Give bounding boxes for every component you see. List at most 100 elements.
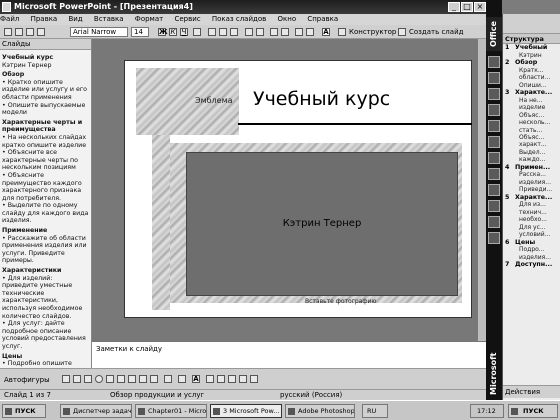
outline-bullet[interactable]: • Объясните все характерные черты по нес… [2,149,89,172]
office-help-icon[interactable] [488,232,500,244]
notes-pane[interactable]: Заметки к слайду [92,341,498,368]
outline-slide-title[interactable]: Характерные черты и преимущества [2,119,89,134]
taskbar-item-taskmgr[interactable]: Диспетчер задач [60,404,132,418]
open-icon[interactable] [15,28,23,36]
outline-tab[interactable]: Слайды [0,39,91,50]
maximize-button[interactable]: □ [461,2,473,12]
office-outlook-icon[interactable] [488,120,500,132]
office-contacts-icon[interactable] [488,168,500,180]
menu-slideshow[interactable]: Показ слайдов [212,15,266,23]
fill-color-icon[interactable] [164,375,172,383]
office-access-icon[interactable] [488,104,500,116]
3d-style-icon[interactable] [250,375,258,383]
undo-icon[interactable] [26,28,34,36]
office-tasks-icon[interactable] [488,184,500,196]
outline-slide-title[interactable]: Характеристики [2,267,89,275]
taskbar-item-photoshop[interactable]: Adobe Photoshop [285,404,355,418]
menu-help[interactable]: Справка [307,15,338,23]
wordart-tool-icon[interactable] [117,375,125,383]
outline-slide-item[interactable]: 1 Учебный [503,44,560,52]
outline-slide-title[interactable]: Учебный курс [2,54,89,62]
office-binder-icon[interactable] [488,216,500,228]
taskbar-item-word[interactable]: Chapter01 - Micro... [135,404,207,418]
font-color-icon[interactable]: A [322,28,330,36]
outline-bullet[interactable]: • Выделите по одному слайду для каждого … [2,202,89,225]
picture-tool-icon[interactable] [150,375,158,383]
align-center-icon[interactable] [219,28,227,36]
textbox-tool-icon[interactable] [106,375,114,383]
menu-edit[interactable]: Правка [31,15,58,23]
shadow-style-icon[interactable] [239,375,247,383]
outline-slide-item[interactable]: 7 Доступн... [503,261,560,269]
autoshapes-menu[interactable]: Автофигуры [4,375,50,385]
outline-text[interactable]: Учебный курс Кэтрин Тернер Обзор • Кратко о… [0,50,91,368]
decrease-font-icon[interactable] [281,28,289,36]
underline-icon[interactable]: Ч [180,28,188,36]
shadow-icon[interactable] [193,28,201,36]
increase-font-icon[interactable] [270,28,278,36]
office-powerpoint-icon[interactable] [488,88,500,100]
designer-icon[interactable] [338,28,346,36]
outline-bullet[interactable]: • Кратко опишите изделие или услугу и ег… [2,79,89,102]
outline-slide-item[interactable]: 4 Примен... [503,164,560,172]
language-tray[interactable]: RU [362,404,388,418]
outline-slide-item[interactable]: 6 Цены [503,239,560,247]
menu-window[interactable]: Окно [278,15,297,23]
outline-bullet[interactable]: • Опишите выпускаемые модели [2,102,89,117]
menu-file[interactable]: Файл [0,15,19,23]
menu-format[interactable]: Формат [135,15,163,23]
taskbar-item-powerpoint[interactable]: 3 Microsoft Pow... [210,404,282,418]
align-right-icon[interactable] [230,28,238,36]
align-left-icon[interactable] [208,28,216,36]
dash-style-icon[interactable] [217,375,225,383]
italic-icon[interactable]: К [169,28,177,36]
minimize-button[interactable]: _ [448,2,460,12]
outline-bullet[interactable]: • Подробно опишите предлагаемые изделия … [2,360,89,368]
powerpoint-app-icon[interactable] [2,2,11,12]
office-word-icon[interactable] [488,56,500,68]
outline-slide-item[interactable]: 2 Обзор [503,59,560,67]
increase-indent-icon[interactable] [306,28,314,36]
outline-slide-title[interactable]: Применение [2,227,89,235]
diagram-tool-icon[interactable] [128,375,136,383]
outline-bullet[interactable]: • Для изделий: приведите уместные технич… [2,275,89,321]
slide-title[interactable]: Учебный курс [253,88,390,110]
outline-slide-item[interactable]: 3 Характе... [503,89,560,97]
line-style-icon[interactable] [206,375,214,383]
bullets-icon[interactable] [256,28,264,36]
outline-bullet[interactable]: • Для услуг: дайте подробное описание ус… [2,320,89,350]
rectangle-tool-icon[interactable] [84,375,92,383]
menu-insert[interactable]: Вставка [94,15,124,23]
menu-view[interactable]: Вид [68,15,82,23]
start-button[interactable]: ПУСК [2,404,46,418]
office-excel-icon[interactable] [488,72,500,84]
decrease-indent-icon[interactable] [295,28,303,36]
arrow-style-icon[interactable] [228,375,236,383]
font-color-draw-icon[interactable]: A [192,375,200,383]
right-start-button[interactable]: ПУСК [508,404,558,418]
font-size-select[interactable]: 14 [131,27,149,37]
new-slide-icon[interactable] [398,28,406,36]
outline-slide-item[interactable]: 5 Характе... [503,194,560,202]
office-calendar-icon[interactable] [488,152,500,164]
new-slide-button[interactable]: Создать слайд [409,27,463,37]
redo-icon[interactable] [37,28,45,36]
office-notes-icon[interactable] [488,200,500,212]
clipart-tool-icon[interactable] [139,375,147,383]
designer-button[interactable]: Конструктор [349,27,396,37]
office-explorer-icon[interactable] [488,136,500,148]
bold-icon[interactable]: Ж [158,28,168,36]
close-button[interactable]: × [474,2,486,12]
menu-tools[interactable]: Сервис [174,15,200,23]
numbering-icon[interactable] [245,28,253,36]
new-file-icon[interactable] [4,28,12,36]
font-name-select[interactable]: Arial Narrow [70,27,128,37]
oval-tool-icon[interactable] [95,375,103,383]
actions-button[interactable]: Действия [503,385,560,398]
outline-slide-title[interactable]: Обзор [2,71,89,79]
line-color-icon[interactable] [178,375,186,383]
arrow-tool-icon[interactable] [73,375,81,383]
outline-bullet[interactable]: • Объясните преимущество каждого характе… [2,172,89,202]
line-tool-icon[interactable] [62,375,70,383]
outline-bullet[interactable]: • На нескольких слайдах кратко опишите и… [2,134,89,149]
